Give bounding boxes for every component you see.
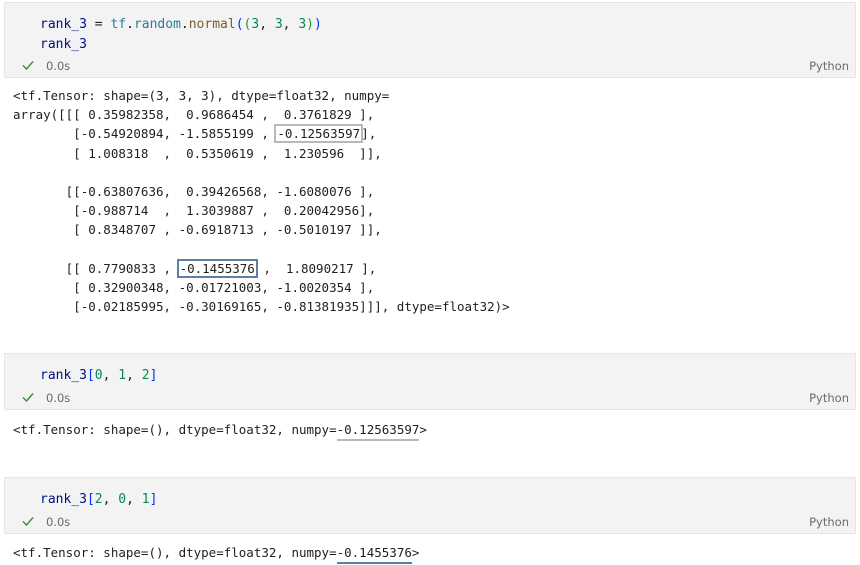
execution-time: 0.0s — [46, 391, 71, 405]
check-icon — [22, 61, 34, 71]
token-comma: , — [282, 17, 299, 32]
token-var: rank_3 — [40, 17, 87, 32]
token-dot: . — [180, 17, 189, 32]
check-icon — [22, 517, 34, 527]
output-line: array([[[ 0.35982358, 0.9686454 , 0.3761… — [13, 107, 375, 123]
code-cell-3[interactable]: rank_3[2, 0, 1] 0.0s Python — [4, 477, 856, 534]
token-var: rank_3 — [40, 492, 87, 507]
token-module: tf — [110, 17, 127, 32]
language-label[interactable]: Python — [809, 515, 849, 529]
token-bracket: [ — [86, 368, 95, 383]
output-line: [-0.54920894, -1.5855199 , — [13, 126, 277, 142]
token-comma: , — [102, 368, 119, 383]
underlined-value-gray: -0.12563597 — [336, 422, 420, 441]
cell-2-editor[interactable]: rank_3[0, 1, 2] — [5, 354, 855, 386]
token-submodule: random — [133, 17, 181, 32]
token-paren: ) — [313, 17, 322, 32]
token-dot: . — [126, 17, 134, 32]
token-comma: , — [126, 492, 142, 507]
underlined-value-blue: -0.1455376 — [336, 545, 412, 564]
token-comma: , — [102, 492, 119, 507]
output-line: [-0.02185995, -0.30169165, -0.81381935]]… — [13, 299, 510, 315]
output-text: <tf.Tensor: shape=(), dtype=float32, num… — [13, 545, 337, 560]
output-line: [ 1.008318 , 0.5350619 , 1.230596 ]], — [13, 145, 382, 161]
cell-1-status-bar: 0.0s Python — [5, 55, 855, 77]
code-cell-2[interactable]: rank_3[0, 1, 2] 0.0s Python — [4, 353, 856, 410]
token-op: = — [86, 17, 111, 32]
token-var: rank_3 — [40, 37, 87, 52]
token-number: 0 — [118, 492, 127, 507]
execution-time: 0.0s — [46, 59, 71, 73]
language-label[interactable]: Python — [809, 391, 849, 405]
token-number: 3 — [274, 17, 283, 32]
output-line: [ 0.8348707 , -0.6918713 , -0.5010197 ]]… — [13, 222, 382, 238]
token-bracket: ] — [149, 492, 158, 507]
token-comma: , — [126, 368, 142, 383]
token-comma: , — [259, 17, 275, 32]
output-text: <tf.Tensor: shape=(), dtype=float32, num… — [13, 422, 337, 437]
cell-3-status-bar: 0.0s Python — [5, 511, 855, 533]
cell-3-output: <tf.Tensor: shape=(), dtype=float32, num… — [13, 543, 420, 564]
token-number: 0 — [94, 368, 103, 383]
output-line: <tf.Tensor: shape=(3, 3, 3), dtype=float… — [13, 88, 390, 103]
highlight-box-blue: -0.1455376 — [176, 258, 258, 278]
execution-time: 0.0s — [46, 515, 71, 529]
output-line: [[ 0.7790833 , — [13, 260, 179, 276]
output-line: [ 0.32900348, -0.01721003, -1.0020354 ], — [13, 280, 375, 296]
token-bracket: [ — [86, 492, 95, 507]
token-number: 2 — [141, 368, 150, 383]
output-line: , 1.8090217 ], — [255, 260, 377, 276]
token-number: 1 — [118, 368, 127, 383]
cell-2-output: <tf.Tensor: shape=(), dtype=float32, num… — [13, 420, 427, 441]
token-bracket: ] — [149, 368, 158, 383]
cell-1-editor[interactable]: rank_3 = tf.random.normal((3, 3, 3)) ran… — [5, 3, 855, 55]
output-line: [-0.988714 , 1.3039887 , 0.20042956], — [13, 203, 375, 219]
token-number: 1 — [141, 492, 150, 507]
token-number: 2 — [94, 492, 103, 507]
token-number: 3 — [251, 17, 260, 32]
output-line: ], — [361, 126, 377, 142]
token-function: normal — [188, 17, 236, 32]
check-icon — [22, 393, 34, 403]
cell-3-editor[interactable]: rank_3[2, 0, 1] — [5, 478, 855, 510]
token-number: 3 — [298, 17, 307, 32]
output-line: [[-0.63807636, 0.39426568, -1.6080076 ], — [13, 184, 375, 200]
output-text: > — [419, 422, 427, 437]
output-text: > — [411, 545, 420, 560]
token-var: rank_3 — [40, 368, 87, 383]
cell-1-output: <tf.Tensor: shape=(3, 3, 3), dtype=float… — [13, 86, 510, 316]
highlight-box-gray: -0.12563597 — [274, 124, 364, 144]
language-label[interactable]: Python — [809, 59, 849, 73]
cell-2-status-bar: 0.0s Python — [5, 387, 855, 409]
token-paren: ( — [235, 17, 244, 32]
token-paren: ) — [306, 17, 314, 32]
code-cell-1[interactable]: rank_3 = tf.random.normal((3, 3, 3)) ran… — [4, 2, 856, 78]
